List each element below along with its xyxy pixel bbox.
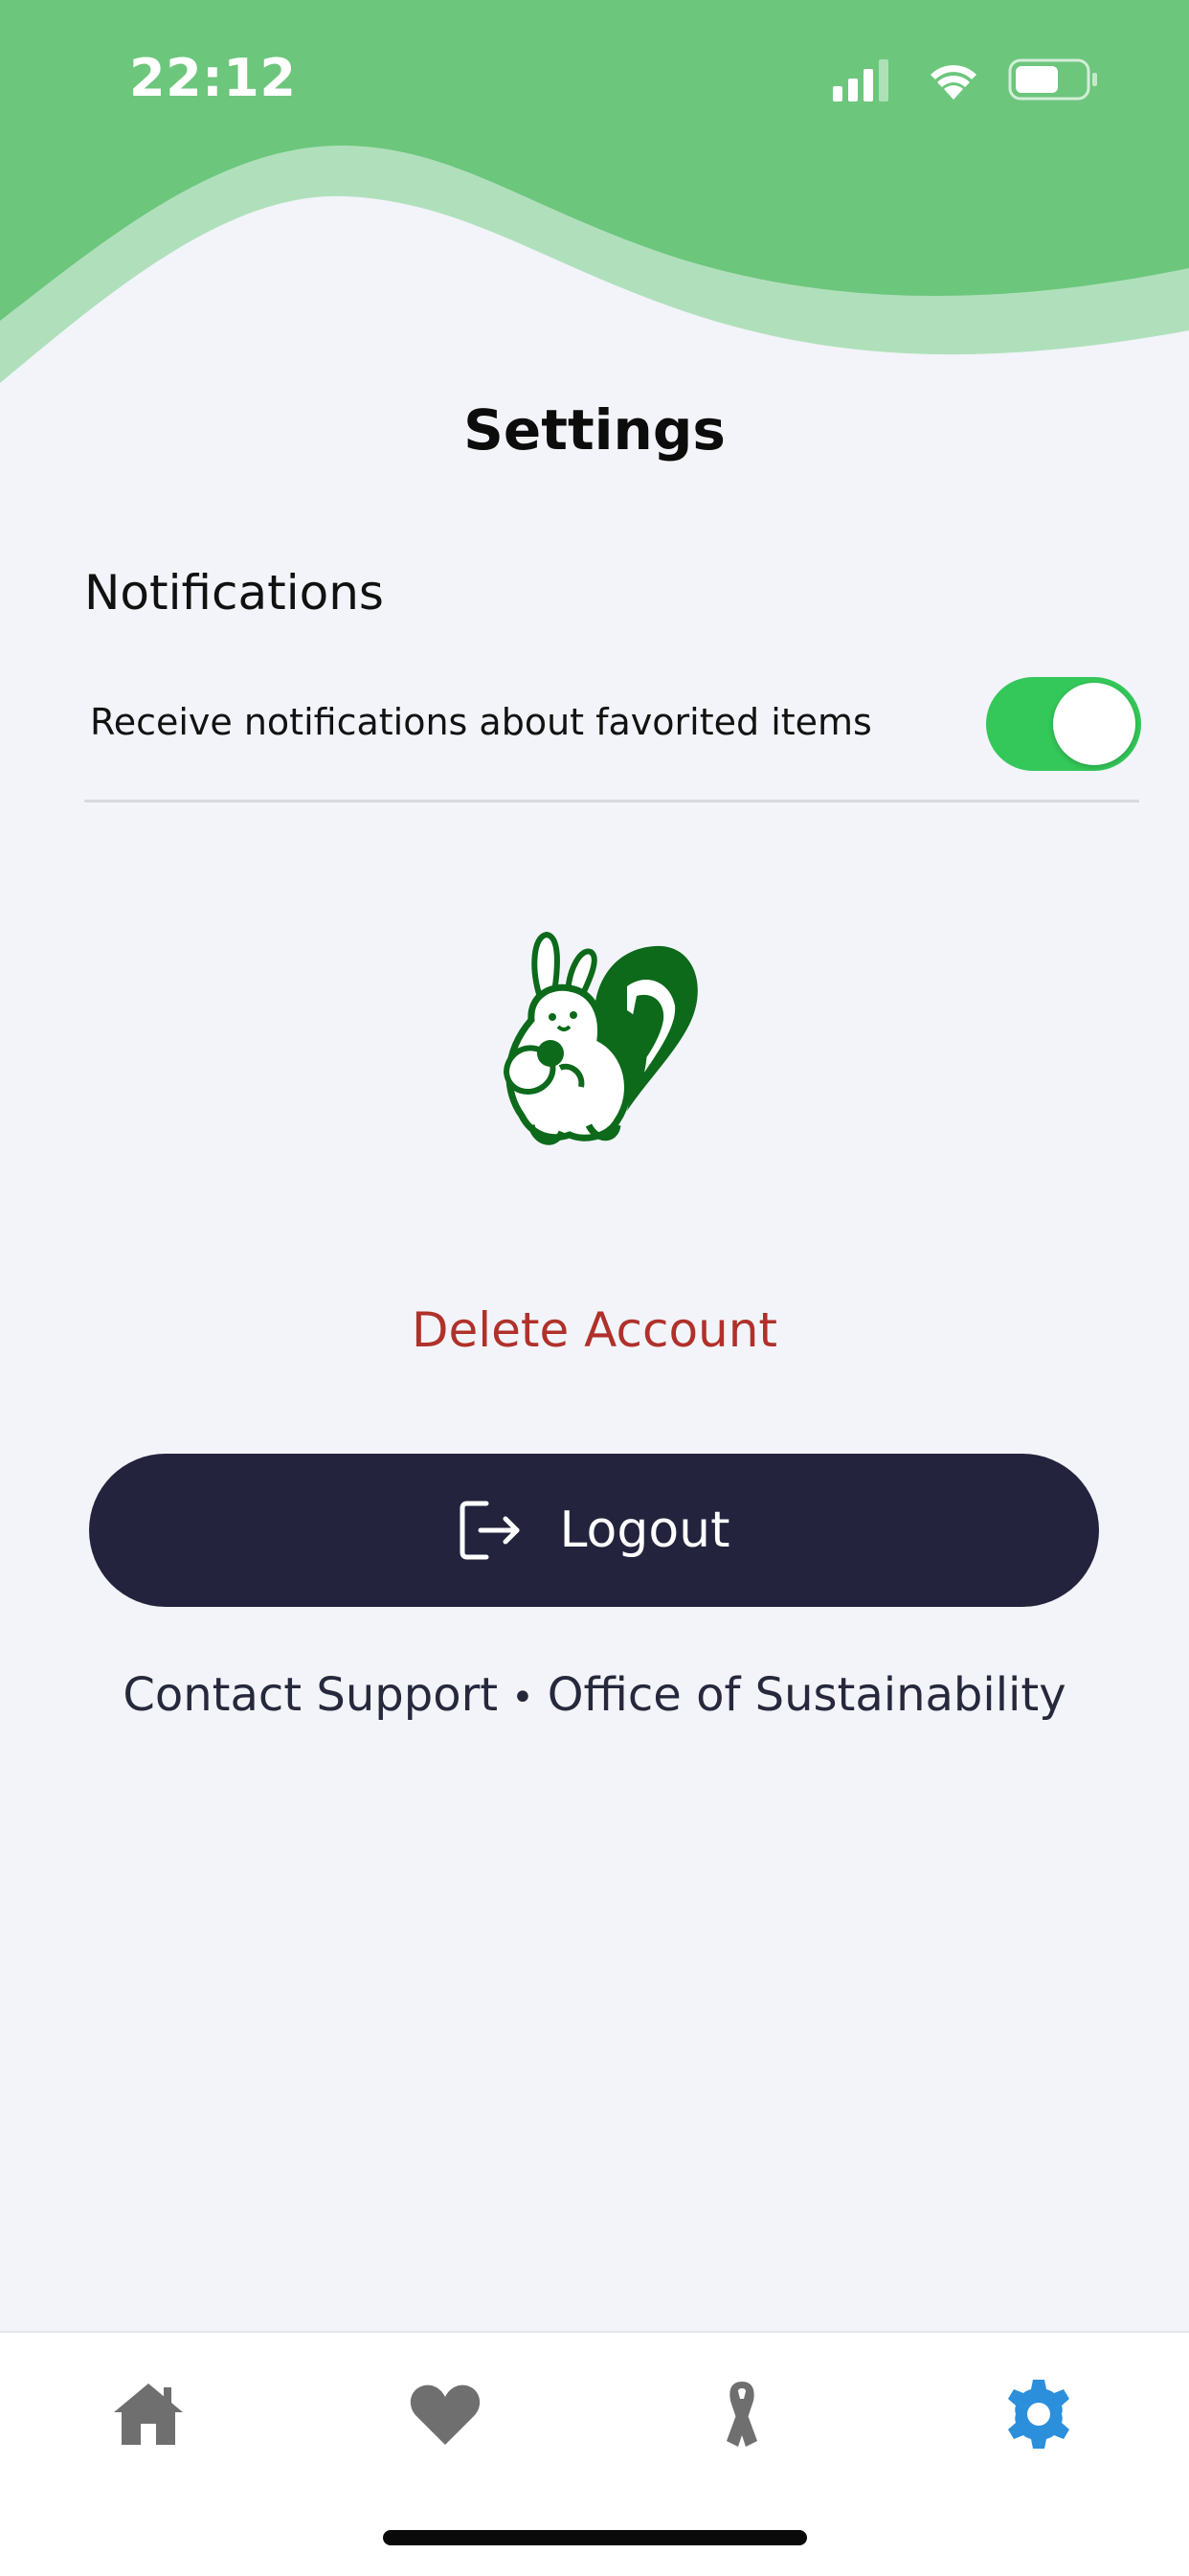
notifications-section-title: Notifications xyxy=(84,565,384,621)
ribbon-icon xyxy=(727,2382,757,2447)
contact-support-link[interactable]: Contact Support xyxy=(123,1668,498,1722)
notification-toggle-label: Receive notifications about favorited it… xyxy=(90,701,872,743)
footer-links: Contact Support • Office of Sustainability xyxy=(0,1668,1189,1722)
status-icons xyxy=(833,58,1097,102)
gear-icon xyxy=(1008,2380,1069,2449)
tab-favorites[interactable] xyxy=(402,2371,488,2457)
tab-ribbon[interactable] xyxy=(699,2371,785,2457)
tab-settings[interactable] xyxy=(996,2371,1082,2457)
heart-icon xyxy=(410,2384,481,2445)
page-title: Settings xyxy=(463,397,726,463)
logout-label: Logout xyxy=(559,1502,730,1559)
home-icon xyxy=(114,2384,183,2445)
status-time: 22:12 xyxy=(129,48,297,108)
squirrel-icon xyxy=(503,931,698,1145)
office-of-sustainability-link[interactable]: Office of Sustainability xyxy=(548,1668,1066,1722)
status-bar: 22:12 xyxy=(0,0,1189,153)
footer-separator: • xyxy=(511,1676,534,1720)
logout-button[interactable]: Logout xyxy=(89,1454,1099,1607)
delete-account-link[interactable]: Delete Account xyxy=(0,1302,1189,1358)
notification-setting-row: Receive notifications about favorited it… xyxy=(84,670,1141,802)
home-indicator xyxy=(383,2530,807,2545)
wifi-icon xyxy=(931,65,976,100)
notifications-toggle[interactable] xyxy=(986,677,1141,771)
logout-icon xyxy=(460,1501,520,1560)
cellular-signal-icon xyxy=(833,59,888,102)
tab-home[interactable] xyxy=(105,2371,191,2457)
battery-icon xyxy=(1008,58,1097,101)
toggle-knob xyxy=(1053,683,1135,765)
